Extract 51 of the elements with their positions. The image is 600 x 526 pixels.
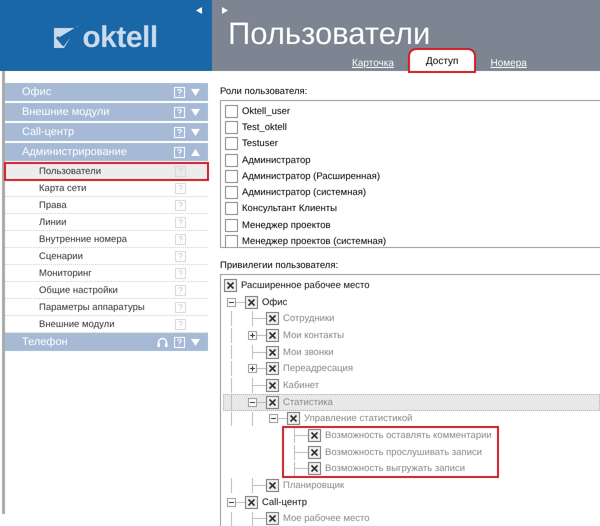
checkbox[interactable] (225, 218, 238, 232)
role-label[interactable]: Консультант Клиенты (242, 203, 337, 214)
role-label[interactable]: Менеджер проектов (242, 220, 331, 231)
page-title: Пользователи (228, 16, 432, 52)
caret-down-icon[interactable] (191, 88, 200, 96)
sidebar-item[interactable]: Пользователи (5, 163, 208, 180)
tree-item-label[interactable]: Расширенное рабочее место (241, 280, 370, 291)
checkbox[interactable] (245, 496, 258, 509)
collapse-icon[interactable] (227, 498, 236, 507)
section-label: Роли пользователя: (220, 85, 308, 98)
tree-item-label[interactable]: Call-центр (262, 496, 308, 508)
expand-arrow-icon[interactable] (222, 7, 228, 14)
tab[interactable]: Номера (486, 56, 531, 71)
tab[interactable]: Карточка (348, 56, 398, 71)
sidebar-item[interactable]: Внутренние номера (5, 231, 208, 248)
caret-down-icon[interactable] (191, 128, 200, 136)
sidebar-item[interactable]: Общие настройки (5, 282, 208, 299)
caret-down-icon[interactable] (191, 338, 200, 346)
checkbox[interactable] (225, 137, 238, 150)
sidebar-item[interactable]: Мониторинг (5, 265, 208, 282)
role-label[interactable]: Oktell_user (242, 106, 290, 117)
checkbox[interactable] (224, 278, 237, 292)
checkbox[interactable] (245, 296, 258, 309)
checkbox[interactable] (225, 120, 238, 134)
role-label[interactable]: Test_oktell (242, 122, 287, 133)
sidebar-item[interactable]: Параметры аппаратуры (5, 299, 208, 316)
tab[interactable]: Доступ (410, 50, 474, 71)
caret-up-icon[interactable] (191, 148, 200, 156)
sidebar-item[interactable]: Карта сети (5, 180, 208, 197)
role-label[interactable]: Testuser (242, 138, 278, 150)
sidebar-item[interactable]: Сценарии (5, 248, 208, 265)
role-label[interactable]: Администратор (242, 154, 311, 166)
role-label[interactable]: Администратор (Расширенная) (242, 170, 380, 182)
sidebar-item[interactable]: Права (5, 197, 208, 214)
collapse-arrow-icon[interactable] (196, 7, 202, 14)
checkbox[interactable] (225, 202, 238, 216)
checkbox[interactable] (225, 154, 238, 167)
logo-text: oktell (82, 20, 158, 54)
collapse-icon[interactable] (227, 298, 236, 307)
tree-item-label[interactable]: Офис (262, 296, 288, 308)
checkbox[interactable] (225, 235, 238, 247)
role-label[interactable]: Менеджер проектов (системная) (242, 236, 386, 247)
checkmark-logo-icon (54, 26, 80, 50)
checkbox[interactable] (225, 104, 238, 118)
headset-icon[interactable] (157, 336, 168, 348)
caret-down-icon[interactable] (191, 108, 200, 116)
role-label[interactable]: Администратор (системная) (242, 187, 366, 198)
sidebar-item[interactable]: Линии (5, 214, 208, 231)
checkbox[interactable] (225, 186, 238, 200)
checkbox[interactable] (225, 170, 238, 183)
section-label: Привилегии пользователя: (220, 259, 340, 272)
